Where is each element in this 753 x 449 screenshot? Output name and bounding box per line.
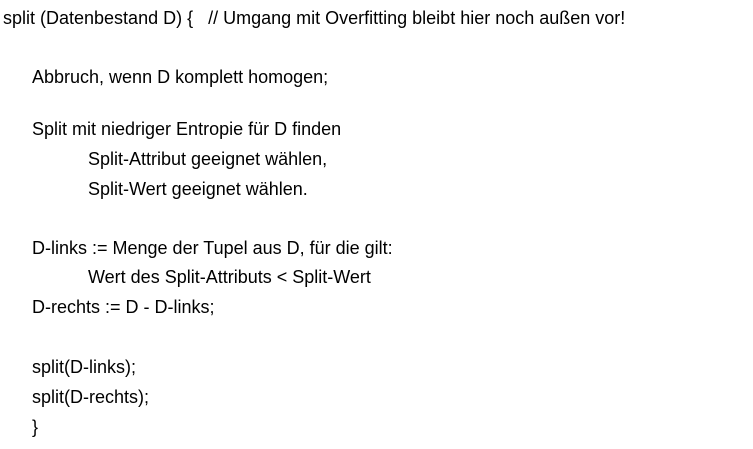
code-line-closing-brace: } <box>32 417 39 437</box>
pseudocode-document: split (Datenbestand D) { // Umgang mit O… <box>0 0 753 449</box>
code-line-recursive-right: split(D-rechts); <box>32 387 150 407</box>
code-line-function-signature: split (Datenbestand D) { // Umgang mit O… <box>3 8 626 28</box>
code-line-d-links-definition: D-links := Menge der Tupel aus D, für di… <box>32 238 393 258</box>
code-line-recursive-left: split(D-links); <box>32 357 137 377</box>
code-line-d-rechts-definition: D-rechts := D - D-links; <box>32 297 215 317</box>
code-line-d-links-condition: Wert des Split-Attributs < Split-Wert <box>88 267 371 287</box>
code-line-find-split: Split mit niedriger Entropie für D finde… <box>32 119 342 139</box>
code-line-choose-value: Split-Wert geeignet wählen. <box>88 179 308 199</box>
code-line-choose-attribute: Split-Attribut geeignet wählen, <box>88 149 328 169</box>
code-line-abort-condition: Abbruch, wenn D komplett homogen; <box>32 67 329 87</box>
